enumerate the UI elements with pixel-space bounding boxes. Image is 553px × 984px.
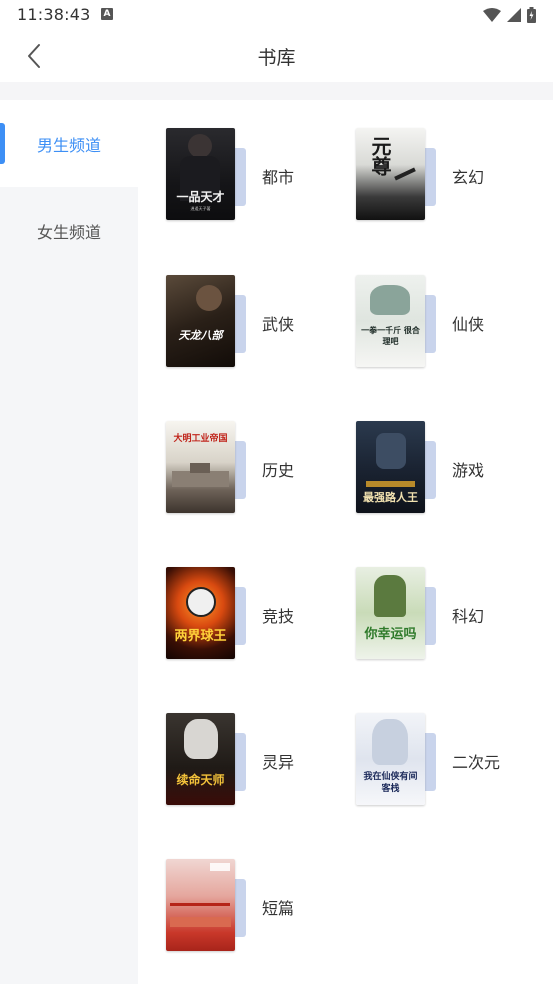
category-item-duanpian[interactable]: 短篇 bbox=[166, 859, 346, 953]
page-title: 书库 bbox=[257, 47, 296, 69]
book-cover: 大明工业帝国 bbox=[166, 421, 235, 513]
category-item-xuanhuan[interactable]: 元尊 玄幻 bbox=[356, 128, 536, 222]
cover-title: 一品天才 bbox=[176, 190, 225, 204]
category-label: 二次元 bbox=[452, 753, 501, 772]
cover-title: 元尊 bbox=[368, 136, 392, 176]
active-tab-indicator bbox=[0, 123, 5, 164]
book-cover: 天龙八部 bbox=[166, 275, 235, 367]
book-cover: 你幸运吗 bbox=[356, 567, 425, 659]
category-item-wuxia[interactable]: 天龙八部 武侠 bbox=[166, 275, 346, 369]
status-icons bbox=[483, 7, 536, 23]
cover-title: 续命天师 bbox=[176, 773, 225, 787]
category-label: 都市 bbox=[262, 168, 295, 187]
signal-icon bbox=[507, 8, 521, 22]
category-item-dushi[interactable]: 一品天才 逍遥天子著 都市 bbox=[166, 128, 346, 222]
category-label: 仙侠 bbox=[452, 315, 485, 334]
category-label: 玄幻 bbox=[452, 168, 485, 187]
notification-icon: A bbox=[101, 8, 113, 20]
tab-label: 男生频道 bbox=[36, 135, 101, 155]
category-label: 灵异 bbox=[262, 753, 295, 772]
category-label: 历史 bbox=[262, 461, 295, 480]
category-label: 武侠 bbox=[262, 315, 295, 334]
book-cover: 两界球王 bbox=[166, 567, 235, 659]
category-item-jingji[interactable]: 两界球王 竞技 bbox=[166, 567, 346, 661]
battery-icon bbox=[527, 7, 536, 23]
channel-sidebar: 男生频道 女生频道 bbox=[0, 100, 138, 984]
header-divider bbox=[0, 82, 553, 100]
category-label: 短篇 bbox=[262, 899, 295, 918]
book-cover bbox=[166, 859, 235, 951]
cover-title: 一拳一千斤 很合理吧 bbox=[361, 325, 420, 346]
book-cover: 一品天才 逍遥天子著 bbox=[166, 128, 235, 220]
tab-male-channel[interactable]: 男生频道 bbox=[0, 100, 138, 187]
cover-title: 你幸运吗 bbox=[364, 627, 417, 642]
category-item-youxi[interactable]: 最强路人王 游戏 bbox=[356, 421, 536, 515]
category-item-kehuan[interactable]: 你幸运吗 科幻 bbox=[356, 567, 536, 661]
header: 书库 bbox=[0, 30, 553, 82]
category-item-lingyi[interactable]: 续命天师 灵异 bbox=[166, 713, 346, 807]
status-time: 11:38:43 bbox=[17, 5, 91, 24]
category-label: 科幻 bbox=[452, 607, 485, 626]
book-cover: 一拳一千斤 很合理吧 bbox=[356, 275, 425, 367]
category-item-xianxia[interactable]: 一拳一千斤 很合理吧 仙侠 bbox=[356, 275, 536, 369]
book-cover: 续命天师 bbox=[166, 713, 235, 805]
category-item-erciyuan[interactable]: 我在仙侠有间客栈 二次元 bbox=[356, 713, 536, 807]
tab-female-channel[interactable]: 女生频道 bbox=[0, 187, 138, 274]
cover-title: 最强路人王 bbox=[363, 491, 418, 504]
category-item-lishi[interactable]: 大明工业帝国 历史 bbox=[166, 421, 346, 515]
cover-title: 我在仙侠有间客栈 bbox=[363, 772, 418, 794]
cover-title: 两界球王 bbox=[174, 629, 227, 644]
status-bar: 11:38:43 A bbox=[0, 0, 553, 30]
cover-title: 大明工业帝国 bbox=[173, 434, 228, 444]
book-cover: 元尊 bbox=[356, 128, 425, 220]
cover-title: 天龙八部 bbox=[178, 329, 223, 342]
category-label: 游戏 bbox=[452, 461, 485, 480]
tab-label: 女生频道 bbox=[36, 222, 101, 242]
cover-author: 逍遥天子著 bbox=[190, 206, 211, 211]
wifi-icon bbox=[483, 8, 501, 22]
book-cover: 我在仙侠有间客栈 bbox=[356, 713, 425, 805]
book-cover: 最强路人王 bbox=[356, 421, 425, 513]
category-label: 竞技 bbox=[262, 607, 295, 626]
